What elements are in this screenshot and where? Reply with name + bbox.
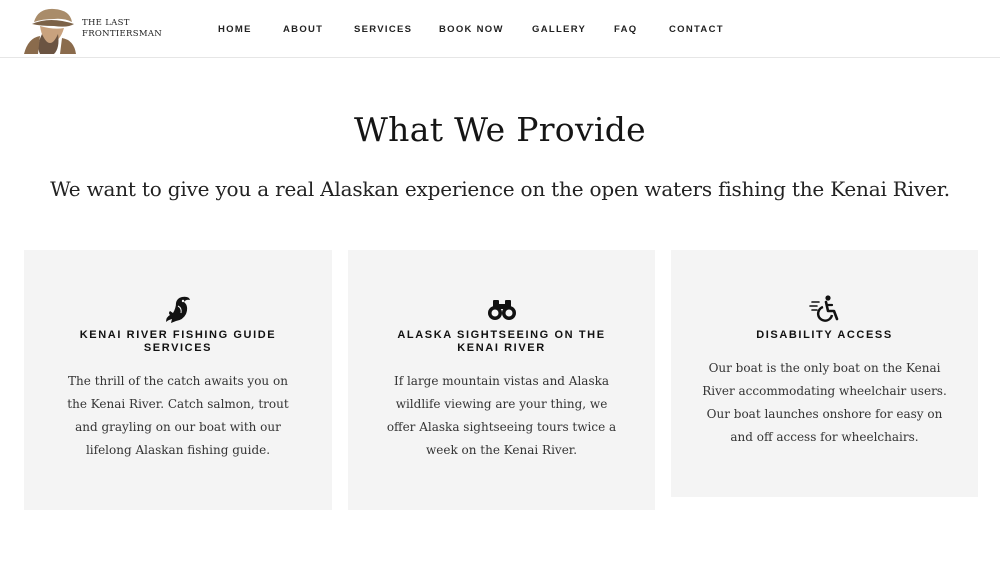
- frontiersman-logo-image: [24, 4, 76, 54]
- fish-icon: [166, 296, 190, 323]
- nav-services[interactable]: SERVICES: [354, 24, 412, 35]
- site-header: The Last Frontiersman HOME ABOUT SERVICE…: [0, 0, 1000, 58]
- wheelchair-icon: [808, 295, 838, 322]
- binoculars-icon: [487, 300, 516, 320]
- card-text: If large mountain vistas and Alaska wild…: [386, 374, 617, 457]
- nav-gallery[interactable]: GALLERY: [532, 24, 586, 35]
- page-subtitle: We want to give you a real Alaskan exper…: [50, 177, 950, 201]
- service-card-fishing: KENAI RIVER FISHING GUIDE SERVICES The t…: [24, 250, 332, 510]
- card-title: DISABILITY ACCESS: [756, 329, 893, 341]
- nav-faq[interactable]: FAQ: [614, 24, 637, 35]
- card-title: ALASKA SIGHTSEEING ON THE KENAI RIVER: [397, 329, 606, 354]
- card-text: The thrill of the catch awaits you on th…: [67, 374, 289, 457]
- service-card-sightseeing: ALASKA SIGHTSEEING ON THE KENAI RIVER If…: [348, 250, 655, 510]
- card-text: Our boat is the only boat on the Kenai R…: [702, 361, 947, 444]
- nav-about[interactable]: ABOUT: [283, 24, 323, 35]
- nav-home[interactable]: HOME: [218, 24, 252, 35]
- page-title: What We Provide: [353, 110, 647, 149]
- card-title: KENAI RIVER FISHING GUIDE SERVICES: [79, 329, 277, 354]
- service-card-accessibility: DISABILITY ACCESS Our boat is the only b…: [671, 250, 978, 497]
- logo-text: The Last Frontiersman: [82, 18, 163, 39]
- nav-contact[interactable]: CONTACT: [669, 24, 724, 35]
- site-logo[interactable]: The Last Frontiersman: [24, 4, 163, 54]
- nav-book-now[interactable]: BOOK NOW: [439, 24, 504, 35]
